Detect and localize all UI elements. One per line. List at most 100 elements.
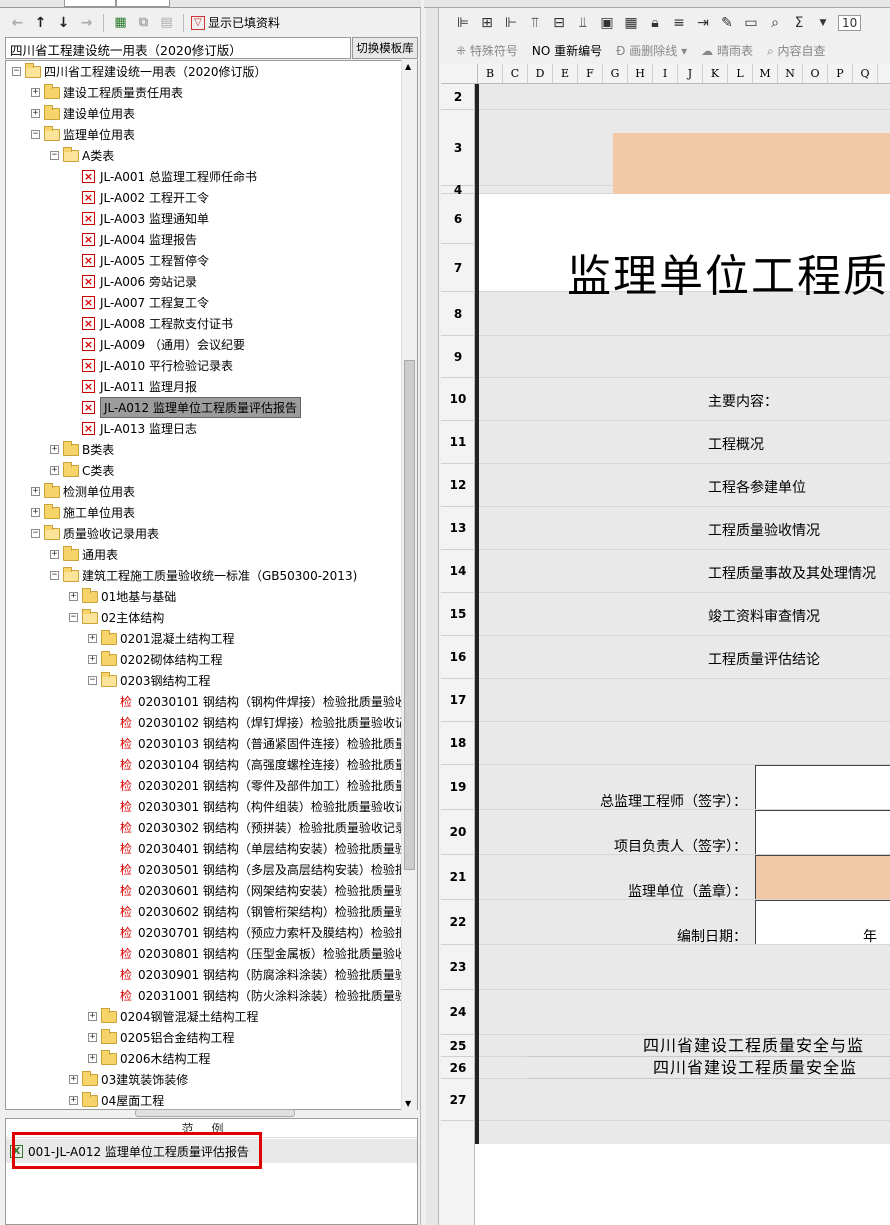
tree-item[interactable]: × JL-A006 旁站记录 xyxy=(69,271,197,292)
tree-folder[interactable]: + 施工单位用表 xyxy=(31,502,135,523)
tree-folder[interactable]: + 建设工程质量责任用表 xyxy=(31,82,183,103)
tree-folder[interactable]: − 0203钢结构工程 xyxy=(88,670,211,691)
column-header-cell[interactable]: K xyxy=(703,64,728,83)
align-center-icon[interactable]: ⊞ xyxy=(478,15,496,31)
align-bottom-icon[interactable]: ⫫ xyxy=(574,15,592,31)
scroll-up-icon[interactable]: ▲ xyxy=(405,62,411,71)
tree-item[interactable]: × JL-A003 监理通知单 xyxy=(69,208,209,229)
column-header-cell[interactable]: M xyxy=(753,64,778,83)
copy-icon[interactable]: ⧉ xyxy=(134,13,153,32)
tree-folder[interactable]: + 检测单位用表 xyxy=(31,481,135,502)
up-arrow-icon[interactable]: ↑ xyxy=(31,13,50,32)
corner-cell[interactable] xyxy=(441,64,478,83)
tree-item[interactable]: × JL-A009 （通用）会议纪要 xyxy=(69,334,245,355)
align-left-icon[interactable]: ⊫ xyxy=(454,15,472,31)
tree-item[interactable]: × JL-A007 工程复工令 xyxy=(69,292,209,313)
find-icon[interactable]: ⌕ xyxy=(766,15,784,31)
column-header-cell[interactable]: J xyxy=(678,64,703,83)
row-header-cell[interactable]: 3 xyxy=(441,110,475,186)
table-icon[interactable]: ▤ xyxy=(157,13,176,32)
tree-folder[interactable]: + C类表 xyxy=(50,460,114,481)
tree-item[interactable]: 检 02030103 钢结构（普通紧固件连接）检验批质量 xyxy=(107,733,407,754)
expand-icon[interactable]: + xyxy=(31,88,40,97)
expand-icon[interactable]: + xyxy=(69,1096,78,1105)
tree-item[interactable]: 检 02030201 钢结构（零件及部件加工）检验批质量 xyxy=(107,775,407,796)
row-header-cell[interactable]: 11 xyxy=(441,421,475,464)
row-header-cell[interactable]: 22 xyxy=(441,900,475,945)
tree-item[interactable]: 检 02030301 钢结构（构件组装）检验批质量验收记 xyxy=(107,796,407,817)
self-check-button[interactable]: ⌕ 内容自查 xyxy=(767,42,826,59)
row-header-cell[interactable]: 15 xyxy=(441,593,475,636)
tree-item[interactable]: × JL-A001 总监理工程师任命书 xyxy=(69,166,257,187)
sheet-grid[interactable]: 监理单位工程质量评 主要内容： 工程概况工程各参建单位工程质量验收情况工程质量事故… xyxy=(479,84,890,1144)
expand-icon[interactable]: + xyxy=(88,1054,97,1063)
unit-sign-field[interactable] xyxy=(755,855,890,899)
expand-icon[interactable]: + xyxy=(88,1012,97,1021)
row-header-cell[interactable]: 26 xyxy=(441,1057,475,1079)
tree-scrollbar[interactable]: ▲ ▼ xyxy=(401,60,417,1110)
tree-item[interactable]: 检 02030602 钢结构（钢管桁架结构）检验批质量验 xyxy=(107,901,407,922)
down-arrow-icon[interactable]: ↓ xyxy=(54,13,73,32)
tree-item[interactable]: 检 02030104 钢结构（高强度螺栓连接）检验批质量 xyxy=(107,754,407,775)
tree-item[interactable]: × JL-A004 监理报告 xyxy=(69,229,197,250)
row-header-cell[interactable]: 14 xyxy=(441,550,475,593)
show-filled-toggle[interactable]: ▽ 显示已填资料 xyxy=(191,14,280,31)
tree-item[interactable]: 检 02030102 钢结构（焊钉焊接）检验批质量验收记 xyxy=(107,712,407,733)
tree-item[interactable]: × JL-A005 工程暂停令 xyxy=(69,250,209,271)
collapse-icon[interactable]: − xyxy=(31,529,40,538)
expand-icon[interactable]: + xyxy=(31,508,40,517)
tree-item[interactable]: × JL-A011 监理月报 xyxy=(69,376,197,397)
tree-item[interactable]: 检 02030501 钢结构（多层及高层结构安装）检验批 xyxy=(107,859,407,880)
expand-icon[interactable]: + xyxy=(88,1033,97,1042)
row-header-cell[interactable]: 10 xyxy=(441,378,475,421)
merge-icon[interactable]: ▣ xyxy=(598,15,616,31)
format-brush-icon[interactable]: ✎ xyxy=(718,15,736,31)
row-header-cell[interactable]: 4 xyxy=(441,183,475,197)
tree-item[interactable]: 检 02031001 钢结构（防火涂料涂装）检验批质量验 xyxy=(107,985,407,1006)
chevron-down-icon[interactable]: ▼ xyxy=(814,18,832,28)
new-table-icon[interactable]: ▦ xyxy=(111,13,130,32)
tree-item[interactable]: × JL-A002 工程开工令 xyxy=(69,187,209,208)
switch-library-button[interactable]: 切换模板库 xyxy=(352,37,418,59)
column-header-cell[interactable]: Q xyxy=(853,64,878,83)
row-header-cell[interactable]: 17 xyxy=(441,679,475,722)
special-symbol-button[interactable]: ⁜ 特殊符号 xyxy=(456,42,518,59)
expand-icon[interactable]: + xyxy=(31,109,40,118)
expand-icon[interactable]: + xyxy=(31,487,40,496)
collapse-icon[interactable]: − xyxy=(50,571,59,580)
tree-folder[interactable]: +0206木结构工程 xyxy=(88,1048,211,1069)
tab-1[interactable] xyxy=(64,0,116,7)
tree-item[interactable]: × JL-A008 工程款支付证书 xyxy=(69,313,233,334)
pm-sign-field[interactable] xyxy=(755,810,890,854)
row-header-cell[interactable]: 6 xyxy=(441,194,475,244)
chief-sign-field[interactable] xyxy=(755,765,890,809)
row-header-cell[interactable]: 27 xyxy=(441,1079,475,1121)
collapse-icon[interactable]: − xyxy=(50,151,59,160)
column-header-cell[interactable]: F xyxy=(578,64,603,83)
scroll-down-icon[interactable]: ▼ xyxy=(405,1099,411,1108)
row-header-cell[interactable]: 20 xyxy=(441,810,475,855)
tree-item[interactable]: 检 02030601 钢结构（网架结构安装）检验批质量验 xyxy=(107,880,407,901)
footer-line[interactable]: 四川省建设工程质量安全监 xyxy=(527,1057,890,1079)
weather-button[interactable]: ☁ 晴雨表 xyxy=(701,42,753,59)
row-header-cell[interactable]: 2 xyxy=(441,84,475,110)
tree-folder[interactable]: − 四川省工程建设统一用表（2020修订版） xyxy=(12,61,267,82)
collapse-icon[interactable]: − xyxy=(69,613,78,622)
collapse-icon[interactable]: − xyxy=(12,67,21,76)
tree-folder[interactable]: − A类表 xyxy=(50,145,114,166)
tree-folder[interactable]: + B类表 xyxy=(50,439,114,460)
renumber-button[interactable]: NO 重新编号 xyxy=(532,42,602,59)
expand-icon[interactable]: + xyxy=(88,655,97,664)
tab-2[interactable] xyxy=(116,0,170,7)
tree-item[interactable]: 检 02030701 钢结构（预应力索杆及膜结构）检验批 xyxy=(107,922,407,943)
row-header-cell[interactable]: 23 xyxy=(441,945,475,990)
row-header-cell[interactable]: 13 xyxy=(441,507,475,550)
tree-folder[interactable]: − 质量验收记录用表 xyxy=(31,523,159,544)
expand-icon[interactable]: + xyxy=(50,466,59,475)
report-item-label[interactable]: 主要内容： xyxy=(708,391,778,411)
column-header-cell[interactable]: L xyxy=(728,64,753,83)
report-item-label[interactable]: 工程质量事故及其处理情况 xyxy=(708,563,876,583)
strikethrough-button[interactable]: Ð 画删除线 ▾ xyxy=(616,42,687,59)
tree-folder[interactable]: +04屋面工程 xyxy=(69,1090,164,1109)
tree-item[interactable]: 检 02030801 钢结构（压型金属板）检验批质量验收 xyxy=(107,943,407,964)
